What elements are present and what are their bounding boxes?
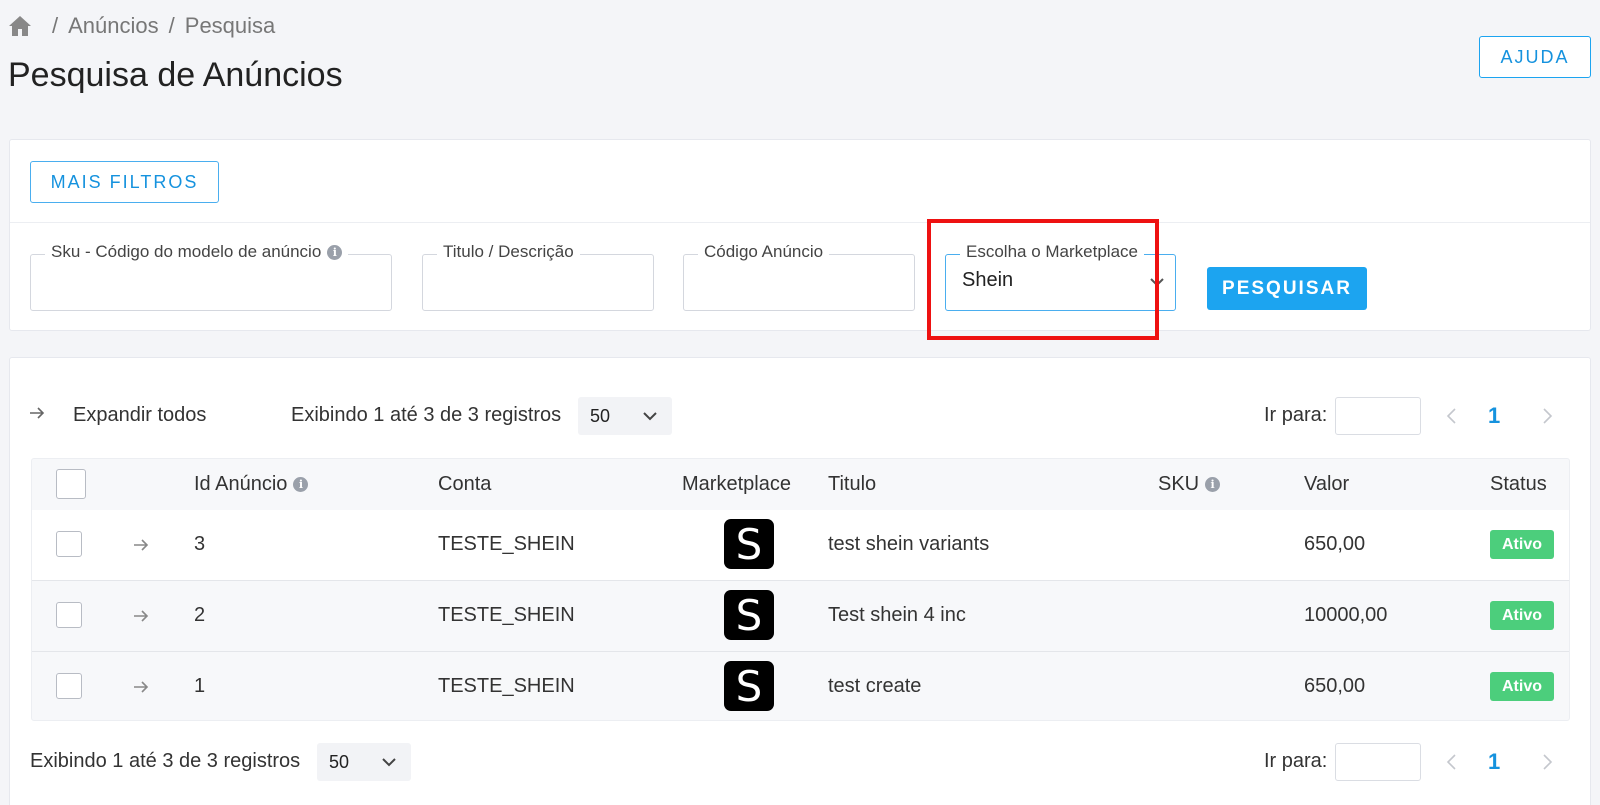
col-value[interactable]: Valor [1304, 473, 1349, 496]
row-checkbox[interactable] [56, 673, 82, 699]
cell-title: Test shein 4 inc [828, 604, 966, 626]
cell-title: test create [828, 675, 922, 697]
table-row[interactable]: 1 TESTE_SHEIN S test create 650,00 Ativo [32, 652, 1569, 722]
goto-label: Ir para: [1264, 404, 1328, 426]
col-id-label: Id Anúncio [194, 473, 288, 495]
breadcrumb-separator: / [168, 13, 175, 38]
shein-logo: S [724, 519, 774, 569]
row-checkbox[interactable] [56, 602, 82, 628]
results-panel: Expandir todos Exibindo 1 até 3 de 3 reg… [9, 357, 1591, 805]
results-table: Id Anúncio i Conta Marketplace Titulo SK… [31, 458, 1570, 721]
home-icon[interactable] [8, 15, 32, 37]
page-size-select[interactable]: 50 [317, 743, 411, 781]
ad-code-input[interactable] [694, 269, 904, 303]
page-size-value: 50 [329, 752, 350, 772]
col-sku[interactable]: SKU i [1158, 473, 1221, 496]
status-badge: Ativo [1490, 672, 1554, 701]
cell-value: 650,00 [1304, 675, 1366, 697]
page-size-value: 50 [590, 406, 611, 426]
goto-page-input[interactable] [1335, 743, 1421, 781]
goto-label: Ir para: [1264, 750, 1328, 772]
more-filters-button[interactable]: MAIS FILTROS [30, 161, 219, 203]
col-status[interactable]: Status [1490, 473, 1547, 496]
shein-logo: S [724, 661, 774, 711]
sku-field[interactable]: Sku - Código do modelo de anúncio i [30, 242, 392, 311]
title-field[interactable]: Titulo / Descrição [422, 242, 654, 311]
expand-all-link[interactable]: Expandir todos [73, 404, 206, 427]
cell-title: test shein variants [828, 533, 990, 555]
cell-value: 10000,00 [1304, 604, 1388, 626]
arrow-right-icon[interactable] [132, 679, 150, 695]
showing-records: Exibindo 1 até 3 de 3 registros [30, 750, 301, 772]
chevron-down-icon [382, 758, 396, 767]
marketplace-field-label: Escolha o Marketplace [960, 242, 1144, 262]
row-checkbox[interactable] [56, 531, 82, 557]
cell-value: 650,00 [1304, 533, 1366, 555]
ad-code-field[interactable]: Código Anúncio [683, 242, 915, 311]
info-icon[interactable]: i [1205, 477, 1221, 492]
col-marketplace[interactable]: Marketplace [682, 473, 791, 496]
chevron-right-icon[interactable] [1540, 407, 1554, 425]
title-input[interactable] [433, 269, 643, 303]
status-badge: Ativo [1490, 601, 1554, 630]
table-row[interactable]: 2 TESTE_SHEIN S Test shein 4 inc 10000,0… [32, 581, 1569, 651]
breadcrumb-anuncios[interactable]: Anúncios [68, 13, 159, 39]
arrow-right-icon[interactable] [132, 608, 150, 624]
chevron-down-icon[interactable] [1149, 275, 1165, 289]
title-field-label: Titulo / Descrição [437, 242, 580, 262]
status-badge: Ativo [1490, 530, 1554, 559]
cell-account: TESTE_SHEIN [438, 604, 575, 626]
cell-account: TESTE_SHEIN [438, 533, 575, 555]
showing-records: Exibindo 1 até 3 de 3 registros [291, 404, 562, 426]
chevron-right-icon[interactable] [1540, 753, 1554, 771]
marketplace-selected-value: Shein [962, 269, 1014, 291]
shein-logo: S [724, 590, 774, 640]
breadcrumb: / Anúncios / Pesquisa [8, 12, 275, 40]
sku-input[interactable] [41, 269, 381, 303]
divider [10, 222, 1590, 223]
cell-id: 3 [194, 533, 206, 555]
chevron-left-icon[interactable] [1445, 407, 1459, 425]
arrow-right-icon[interactable] [28, 405, 46, 421]
col-account[interactable]: Conta [438, 473, 491, 496]
col-title[interactable]: Titulo [828, 473, 876, 496]
page-title: Pesquisa de Anúncios [8, 56, 343, 94]
select-all-checkbox[interactable] [56, 469, 86, 499]
sku-label-text: Sku - Código do modelo de anúncio [51, 242, 322, 261]
ad-code-field-label: Código Anúncio [698, 242, 830, 262]
search-button[interactable]: PESQUISAR [1207, 267, 1367, 310]
breadcrumb-separator: / [52, 13, 59, 38]
help-button[interactable]: AJUDA [1479, 36, 1591, 78]
arrow-right-icon[interactable] [132, 537, 150, 553]
results-footer: Exibindo 1 até 3 de 3 registros 50 Ir pa… [10, 743, 1590, 784]
cell-id: 2 [194, 604, 206, 626]
marketplace-select[interactable]: Escolha o Marketplace Shein [945, 242, 1176, 311]
current-page[interactable]: 1 [1488, 749, 1500, 775]
chevron-left-icon[interactable] [1445, 753, 1459, 771]
page-size-select[interactable]: 50 [578, 397, 672, 435]
info-icon[interactable]: i [293, 477, 309, 492]
table-row[interactable]: 3 TESTE_SHEIN S test shein variants 650,… [32, 510, 1569, 580]
info-icon[interactable]: i [327, 244, 343, 260]
goto-page-input[interactable] [1335, 397, 1421, 435]
sku-field-label: Sku - Código do modelo de anúncio i [45, 242, 349, 262]
results-toolbar: Expandir todos Exibindo 1 até 3 de 3 reg… [10, 397, 1590, 435]
col-sku-label: SKU [1158, 473, 1200, 495]
breadcrumb-pesquisa: Pesquisa [184, 13, 276, 38]
chevron-down-icon [643, 412, 657, 421]
cell-account: TESTE_SHEIN [438, 675, 575, 697]
col-id[interactable]: Id Anúncio i [194, 473, 309, 496]
current-page[interactable]: 1 [1488, 403, 1500, 429]
cell-id: 1 [194, 675, 206, 697]
